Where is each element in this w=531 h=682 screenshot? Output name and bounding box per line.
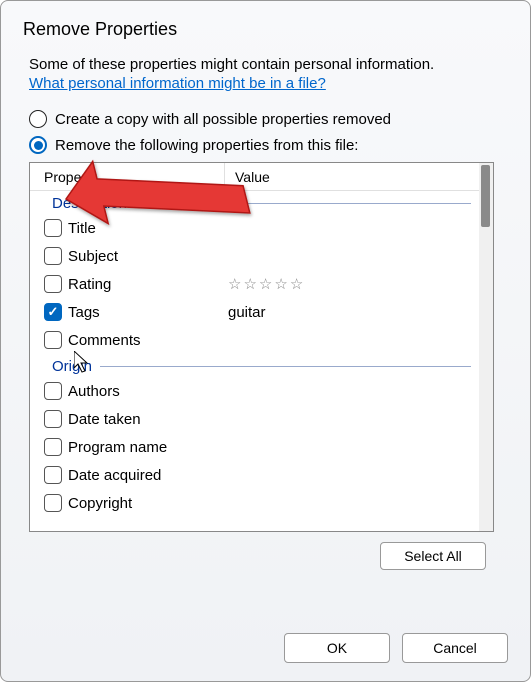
row-rating[interactable]: Rating ☆ ☆ ☆ ☆ ☆: [30, 270, 479, 298]
star-icon: ☆: [228, 275, 241, 293]
select-all-button[interactable]: Select All: [380, 542, 486, 570]
checkbox-tags[interactable]: [44, 303, 62, 321]
checkbox-copyright[interactable]: [44, 494, 62, 512]
section-origin: Origin: [30, 354, 479, 377]
value-rating: ☆ ☆ ☆ ☆ ☆: [226, 275, 479, 293]
star-icon: ☆: [259, 275, 272, 293]
dialog-content: Some of these properties might contain p…: [1, 46, 530, 570]
list-inner: Property Value Description Title Subject: [30, 163, 479, 531]
dialog-buttons: OK Cancel: [284, 633, 508, 663]
radio-create-copy[interactable]: [29, 110, 47, 128]
scroll-thumb[interactable]: [481, 165, 490, 227]
label-title: Title: [68, 220, 226, 237]
radio-create-copy-row[interactable]: Create a copy with all possible properti…: [29, 110, 508, 128]
label-copyright: Copyright: [68, 495, 226, 512]
row-comments[interactable]: Comments: [30, 326, 479, 354]
row-authors[interactable]: Authors: [30, 377, 479, 405]
star-icon: ☆: [290, 275, 303, 293]
intro-text: Some of these properties might contain p…: [29, 56, 508, 73]
label-authors: Authors: [68, 383, 226, 400]
value-tags: guitar: [226, 304, 479, 321]
checkbox-date-acquired[interactable]: [44, 466, 62, 484]
checkbox-title[interactable]: [44, 219, 62, 237]
row-date-acquired[interactable]: Date acquired: [30, 461, 479, 489]
label-date-taken: Date taken: [68, 411, 226, 428]
checkbox-program-name[interactable]: [44, 438, 62, 456]
section-description: Description: [30, 191, 479, 214]
radio-remove-following[interactable]: [29, 136, 47, 154]
radio-remove-following-label: Remove the following properties from thi…: [55, 137, 358, 154]
remove-properties-dialog: Remove Properties Some of these properti…: [0, 0, 531, 682]
properties-list: Property Value Description Title Subject: [29, 162, 494, 532]
dialog-title: Remove Properties: [1, 1, 530, 46]
radio-create-copy-label: Create a copy with all possible properti…: [55, 111, 391, 128]
column-headers: Property Value: [30, 163, 479, 191]
rating-stars[interactable]: ☆ ☆ ☆ ☆ ☆: [228, 275, 479, 293]
row-tags[interactable]: Tags guitar: [30, 298, 479, 326]
header-property[interactable]: Property: [30, 163, 225, 190]
cancel-button[interactable]: Cancel: [402, 633, 508, 663]
label-rating: Rating: [68, 276, 226, 293]
scrollbar[interactable]: [479, 163, 493, 531]
radio-remove-following-row[interactable]: Remove the following properties from thi…: [29, 136, 508, 154]
checkbox-date-taken[interactable]: [44, 410, 62, 428]
info-link[interactable]: What personal information might be in a …: [29, 75, 326, 92]
row-date-taken[interactable]: Date taken: [30, 405, 479, 433]
star-icon: ☆: [274, 275, 287, 293]
label-tags: Tags: [68, 304, 226, 321]
checkbox-subject[interactable]: [44, 247, 62, 265]
header-value[interactable]: Value: [225, 163, 479, 190]
label-comments: Comments: [68, 332, 226, 349]
checkbox-authors[interactable]: [44, 382, 62, 400]
row-copyright[interactable]: Copyright: [30, 489, 479, 517]
label-date-acquired: Date acquired: [68, 467, 226, 484]
row-program-name[interactable]: Program name: [30, 433, 479, 461]
label-program-name: Program name: [68, 439, 226, 456]
star-icon: ☆: [243, 275, 256, 293]
checkbox-comments[interactable]: [44, 331, 62, 349]
ok-button[interactable]: OK: [284, 633, 390, 663]
row-subject[interactable]: Subject: [30, 242, 479, 270]
label-subject: Subject: [68, 248, 226, 265]
checkbox-rating[interactable]: [44, 275, 62, 293]
row-title[interactable]: Title: [30, 214, 479, 242]
select-all-row: Select All: [29, 532, 508, 570]
